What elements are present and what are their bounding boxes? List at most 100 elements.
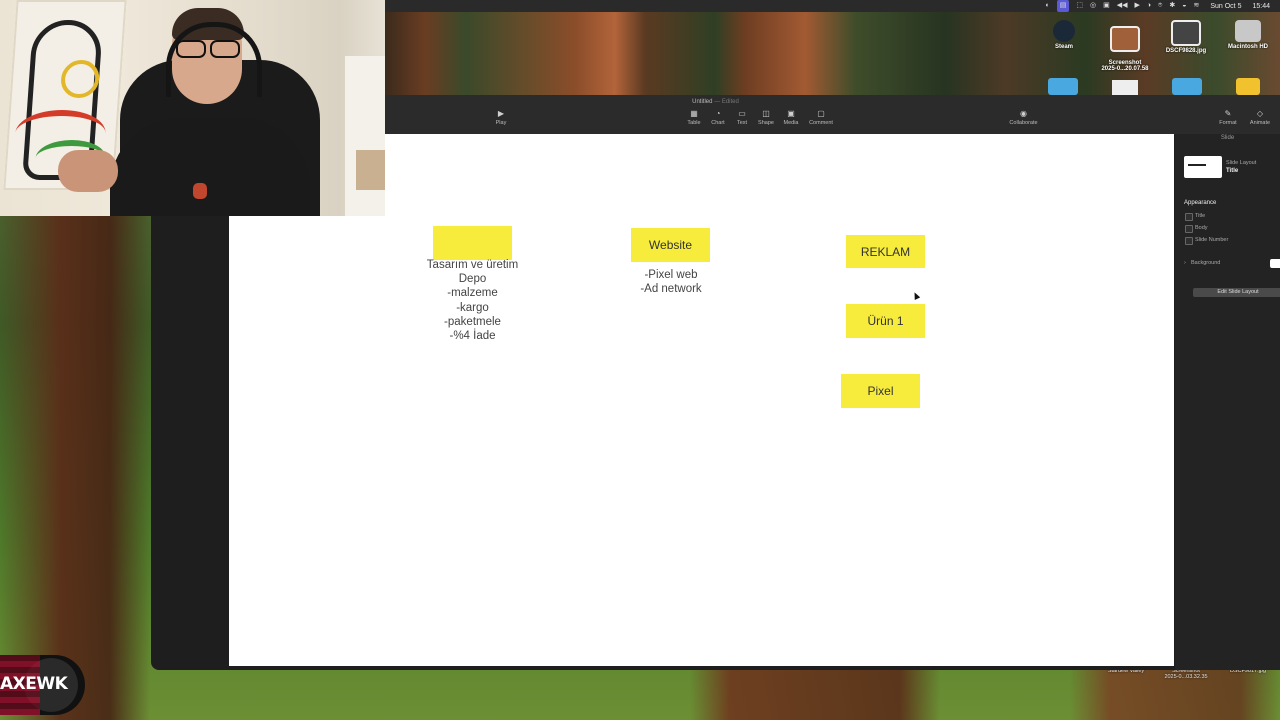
sticky-label: Pixel <box>867 384 894 398</box>
folder-icon[interactable] <box>1172 78 1202 95</box>
play-button[interactable]: ▶ Play <box>484 109 518 126</box>
control-center-icon[interactable]: ≋ <box>1193 0 1199 12</box>
desktop-icon-label: Steam <box>1054 44 1073 50</box>
note-line: -%4 İade <box>449 330 496 343</box>
body-checkbox[interactable] <box>1185 225 1193 233</box>
format-brush-icon: ✎ <box>1224 109 1232 118</box>
desktop-icon-macintosh-hd[interactable]: Macintosh HD <box>1220 20 1276 50</box>
text-label: Text <box>736 120 748 126</box>
desktop-icon-label: Macintosh HD <box>1227 44 1268 50</box>
status-icon-1[interactable]: ◐ <box>1046 0 1050 12</box>
desktop-icon-label: DSCF9828.jpg <box>1165 48 1207 54</box>
note-line: Depo <box>458 273 487 286</box>
animate-button[interactable]: ◇ Animate <box>1243 109 1277 126</box>
note-line: Tasarım ve üretim <box>426 259 519 271</box>
image-thumbnail-icon <box>1171 20 1201 46</box>
menu-bar: ◐ ▤ ⬚ ◎ ▣ ◀◀ ▶ ◑ ⌾ ✱ ◒ ≋ Sun Oct 5 15:44 <box>385 0 1280 12</box>
note-line: -Ad network <box>640 283 702 296</box>
animate-label: Animate <box>1249 120 1271 126</box>
background-label: Background <box>1191 260 1221 266</box>
title-option-label: Title <box>1195 213 1206 219</box>
media-play-icon[interactable]: ▶ <box>1135 0 1140 12</box>
note-line: -Pixel web <box>644 269 698 281</box>
sticky-label: REKLAM <box>860 244 911 259</box>
format-inspector: Slide Slide Layout Title Appearance Titl… <box>1175 134 1280 670</box>
status-icon-4[interactable]: ◎ <box>1090 0 1096 12</box>
menubar-time[interactable]: 15:44 <box>1252 3 1270 10</box>
status-icon-5[interactable]: ▣ <box>1103 0 1110 12</box>
body-option-label: Body <box>1195 225 1208 231</box>
comment-label: Comment <box>809 120 833 126</box>
table-label: Table <box>687 120 701 126</box>
folder-icon[interactable] <box>1236 78 1260 95</box>
text-box-production[interactable]: Tasarım ve üretim Depo -malzeme -kargo -… <box>419 258 526 343</box>
edited-status: — Edited <box>714 99 739 105</box>
background-color-well[interactable] <box>1270 259 1280 268</box>
status-icon-2[interactable]: ▤ <box>1056 0 1070 12</box>
desktop-icon-steam[interactable]: Steam <box>1036 20 1092 50</box>
appearance-heading: Appearance <box>1184 200 1217 206</box>
eyeglasses <box>176 40 240 58</box>
room-shelf <box>356 150 385 190</box>
collaborate-label: Collaborate <box>1009 120 1038 126</box>
format-label: Format <box>1219 120 1237 126</box>
comment-icon: ▢ <box>817 109 825 118</box>
room-window <box>345 56 385 216</box>
chart-label: Chart <box>711 120 725 126</box>
desktop-icon-label: Screenshot 2025-0...20.07.58 <box>1101 60 1149 72</box>
shirt-logo <box>193 183 207 199</box>
play-icon: ▶ <box>497 109 505 118</box>
slide-layout-thumbnail[interactable] <box>1184 156 1222 178</box>
note-line: -paketmele <box>444 315 501 328</box>
person-hand <box>58 150 118 192</box>
steam-icon <box>1053 20 1075 42</box>
wifi-icon[interactable]: ◒ <box>1182 0 1186 12</box>
folder-icon[interactable] <box>1048 78 1078 95</box>
comment-button[interactable]: ▢ Comment <box>804 109 838 126</box>
image-thumbnail-icon[interactable] <box>1112 80 1138 95</box>
animate-icon: ◇ <box>1256 109 1264 118</box>
menubar-date[interactable]: Sun Oct 5 <box>1210 3 1241 10</box>
media-icon: ▣ <box>787 109 795 118</box>
play-label: Play <box>495 120 507 126</box>
status-icon-7[interactable]: ✱ <box>1169 0 1175 12</box>
person-torso <box>110 118 310 216</box>
title-checkbox[interactable] <box>1185 213 1193 221</box>
badge-text: AXEWK <box>0 674 68 694</box>
chevron-right-icon[interactable]: › <box>1184 260 1186 266</box>
desktop-icon-screenshot[interactable]: Screenshot 2025-0...20.07.58 <box>1097 20 1153 72</box>
sticky-note-reklam[interactable]: REKLAM <box>846 235 925 268</box>
webcam-overlay <box>0 0 385 216</box>
headphones <box>166 22 262 97</box>
status-icon-6[interactable]: ◑ <box>1147 0 1151 12</box>
status-icon-3[interactable]: ⬚ <box>1076 0 1083 12</box>
media-button[interactable]: ▣ Media <box>774 109 808 126</box>
note-line: -kargo <box>456 301 489 314</box>
note-line: -malzeme <box>447 287 498 300</box>
sticky-note-website[interactable]: Website <box>631 228 710 262</box>
slide-number-checkbox[interactable] <box>1185 237 1193 245</box>
format-button[interactable]: ✎ Format <box>1211 109 1245 126</box>
media-prev-icon[interactable]: ◀◀ <box>1117 0 1128 12</box>
sticky-note-empty[interactable] <box>433 226 512 260</box>
sticky-label: Ürün 1 <box>867 314 904 328</box>
collaborate-button[interactable]: ◉ Collaborate <box>1006 109 1041 126</box>
desktop-icon-dscf9828[interactable]: DSCF9828.jpg <box>1158 20 1214 54</box>
sticky-label: Website <box>648 238 693 252</box>
edit-slide-layout-button[interactable]: Edit Slide Layout <box>1193 288 1280 297</box>
sticky-note-urun[interactable]: Ürün 1 <box>846 304 925 338</box>
inspector-tab-slide[interactable]: Slide <box>1175 134 1280 141</box>
slide-layout-value[interactable]: Title <box>1226 168 1238 174</box>
image-thumbnail-icon <box>1110 26 1140 52</box>
sticky-note-pixel[interactable]: Pixel <box>841 374 920 408</box>
streamer-logo-badge: AXEWK <box>0 655 85 715</box>
shape-label: Shape <box>758 120 774 126</box>
slide-number-option-label: Slide Number <box>1195 237 1229 243</box>
document-title: Untitled <box>692 99 713 105</box>
bluetooth-icon[interactable]: ⌾ <box>1158 0 1162 12</box>
hard-drive-icon <box>1235 20 1261 42</box>
collaborate-icon: ◉ <box>1020 109 1027 118</box>
media-label: Media <box>783 120 799 126</box>
text-box-website[interactable]: -Pixel web -Ad network <box>621 268 721 296</box>
slide-layout-label: Slide Layout <box>1226 160 1257 166</box>
